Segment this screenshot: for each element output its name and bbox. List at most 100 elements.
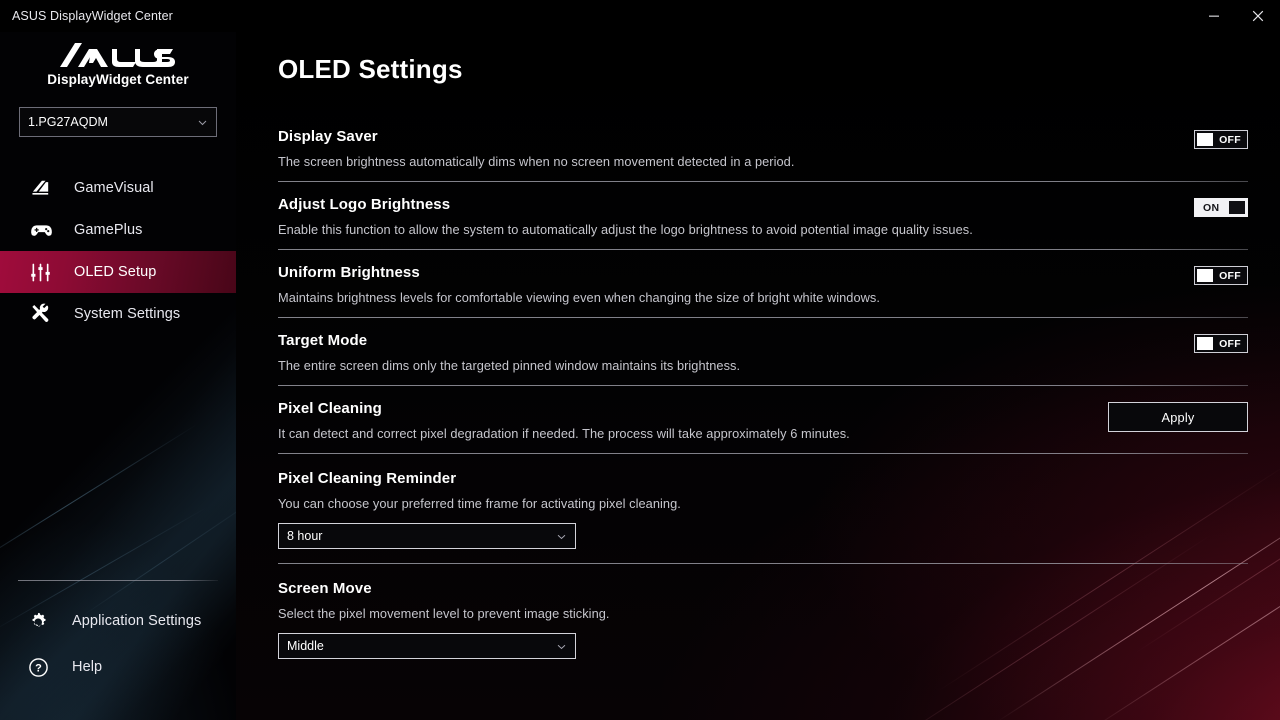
toggle-state-label: OFF: [1219, 134, 1241, 146]
gamepad-icon: [30, 222, 56, 239]
control-border-segment: [1108, 402, 1116, 403]
question-circle-icon: ?: [28, 657, 54, 678]
control-border-segment: [1116, 431, 1240, 432]
sidebar-item-label: Help: [72, 659, 102, 675]
setting-row-pixel-cleaning: Pixel Cleaning It can detect and correct…: [278, 386, 1248, 454]
control-border-segment: [278, 658, 286, 659]
setting-row-pixel-cleaning-reminder: Pixel Cleaning Reminder You can choose y…: [278, 454, 1248, 564]
sidebar-item-label: GameVisual: [74, 180, 154, 196]
setting-title: Uniform Brightness: [278, 264, 1064, 281]
setting-row-display-saver: Display Saver The screen brightness auto…: [278, 114, 1248, 182]
control-border-segment: [278, 523, 279, 549]
sidebar-nav: GameVisual GamePlus: [0, 167, 236, 335]
sidebar: DisplayWidget Center 1.PG27AQDM: [0, 32, 236, 720]
control-border-segment: [1108, 431, 1116, 432]
setting-row-screen-move: Screen Move Select the pixel movement le…: [278, 564, 1248, 673]
settings-list: Display Saver The screen brightness auto…: [278, 114, 1248, 673]
sidebar-item-gameplus[interactable]: GamePlus: [0, 209, 236, 251]
control-border-segment: [278, 633, 286, 634]
monitor-selector-value: 1.PG27AQDM: [28, 115, 108, 129]
sidebar-item-label: System Settings: [74, 306, 180, 322]
main-content: OLED Settings Display Saver The screen b…: [236, 32, 1280, 720]
setting-title: Target Mode: [278, 332, 1064, 349]
tools-icon: [30, 303, 56, 325]
setting-description: The entire screen dims only the targeted…: [278, 358, 1064, 373]
toggle-knob: [1229, 201, 1245, 214]
setting-row-target-mode: Target Mode The entire screen dims only …: [278, 318, 1248, 386]
minimize-button[interactable]: [1192, 0, 1236, 32]
screen-move-select[interactable]: Middle: [278, 633, 576, 659]
adjust-logo-brightness-toggle[interactable]: ON: [1194, 198, 1248, 217]
control-border-segment: [286, 658, 568, 659]
sidebar-divider: [18, 580, 218, 581]
uniform-brightness-toggle[interactable]: OFF: [1194, 266, 1248, 285]
control-border-segment: [568, 548, 576, 549]
svg-text:?: ?: [35, 662, 42, 674]
toggle-state-label: OFF: [1219, 338, 1241, 350]
setting-description: It can detect and correct pixel degradat…: [278, 426, 1064, 441]
page-title: OLED Settings: [278, 54, 463, 85]
gear-icon: [28, 611, 54, 632]
control-border-segment: [1108, 402, 1109, 432]
sidebar-item-label: GamePlus: [74, 222, 143, 238]
toggle-knob: [1197, 337, 1213, 350]
control-border-segment: [568, 658, 576, 659]
window-title: ASUS DisplayWidget Center: [12, 9, 173, 23]
control-border-segment: [1240, 431, 1248, 432]
gamevisual-icon: [30, 179, 56, 197]
sidebar-item-help[interactable]: ? Help: [0, 644, 236, 690]
control-border-segment: [1240, 402, 1248, 403]
control-border-segment: [278, 548, 286, 549]
close-button[interactable]: [1236, 0, 1280, 32]
setting-description: You can choose your preferred time frame…: [278, 496, 1248, 511]
toggle-knob: [1197, 133, 1213, 146]
sidebar-item-gamevisual[interactable]: GameVisual: [0, 167, 236, 209]
monitor-selector[interactable]: 1.PG27AQDM: [19, 107, 217, 137]
control-border-segment: [1247, 402, 1248, 432]
control-border-segment: [278, 523, 286, 524]
setting-row-adjust-logo-brightness: Adjust Logo Brightness Enable this funct…: [278, 182, 1248, 250]
setting-title: Pixel Cleaning Reminder: [278, 470, 1248, 487]
toggle-knob: [1197, 269, 1213, 282]
target-mode-toggle[interactable]: OFF: [1194, 334, 1248, 353]
setting-title: Screen Move: [278, 580, 1248, 597]
control-border-segment: [286, 548, 568, 549]
sidebar-item-system-settings[interactable]: System Settings: [0, 293, 236, 335]
title-bar: ASUS DisplayWidget Center: [0, 0, 1280, 32]
asus-logo: [60, 42, 176, 68]
control-border-segment: [568, 523, 576, 524]
sidebar-bottom-nav: Application Settings ? Help: [0, 598, 236, 690]
control-border-segment: [568, 633, 576, 634]
sliders-icon: [30, 262, 56, 283]
window-controls: [1192, 0, 1280, 32]
app-window: ASUS DisplayWidget Center: [0, 0, 1280, 720]
chevron-down-icon: [556, 531, 567, 542]
chevron-down-icon: [197, 117, 208, 128]
select-value: 8 hour: [287, 529, 322, 543]
control-border-segment: [575, 523, 576, 549]
setting-description: Enable this function to allow the system…: [278, 222, 1064, 237]
setting-description: Select the pixel movement level to preve…: [278, 606, 1248, 621]
toggle-state-label: ON: [1203, 202, 1219, 214]
control-border-segment: [575, 633, 576, 659]
sidebar-item-label: Application Settings: [72, 613, 201, 629]
sidebar-item-label: OLED Setup: [74, 264, 156, 280]
control-border-segment: [286, 633, 568, 634]
brand-block: DisplayWidget Center: [0, 42, 236, 87]
setting-row-uniform-brightness: Uniform Brightness Maintains brightness …: [278, 250, 1248, 318]
sidebar-streak-decoration: [0, 424, 198, 573]
toggle-state-label: OFF: [1219, 270, 1241, 282]
display-saver-toggle[interactable]: OFF: [1194, 130, 1248, 149]
select-value: Middle: [287, 639, 324, 653]
sidebar-item-application-settings[interactable]: Application Settings: [0, 598, 236, 644]
setting-description: The screen brightness automatically dims…: [278, 154, 1064, 169]
chevron-down-icon: [556, 641, 567, 652]
apply-button-label: Apply: [1161, 410, 1194, 425]
pixel-cleaning-reminder-select[interactable]: 8 hour: [278, 523, 576, 549]
setting-description: Maintains brightness levels for comforta…: [278, 290, 1064, 305]
control-border-segment: [278, 633, 279, 659]
brand-subtitle: DisplayWidget Center: [47, 72, 188, 87]
pixel-cleaning-apply-button[interactable]: Apply: [1108, 402, 1248, 432]
sidebar-item-oled-setup[interactable]: OLED Setup: [0, 251, 236, 293]
setting-title: Display Saver: [278, 128, 1064, 145]
